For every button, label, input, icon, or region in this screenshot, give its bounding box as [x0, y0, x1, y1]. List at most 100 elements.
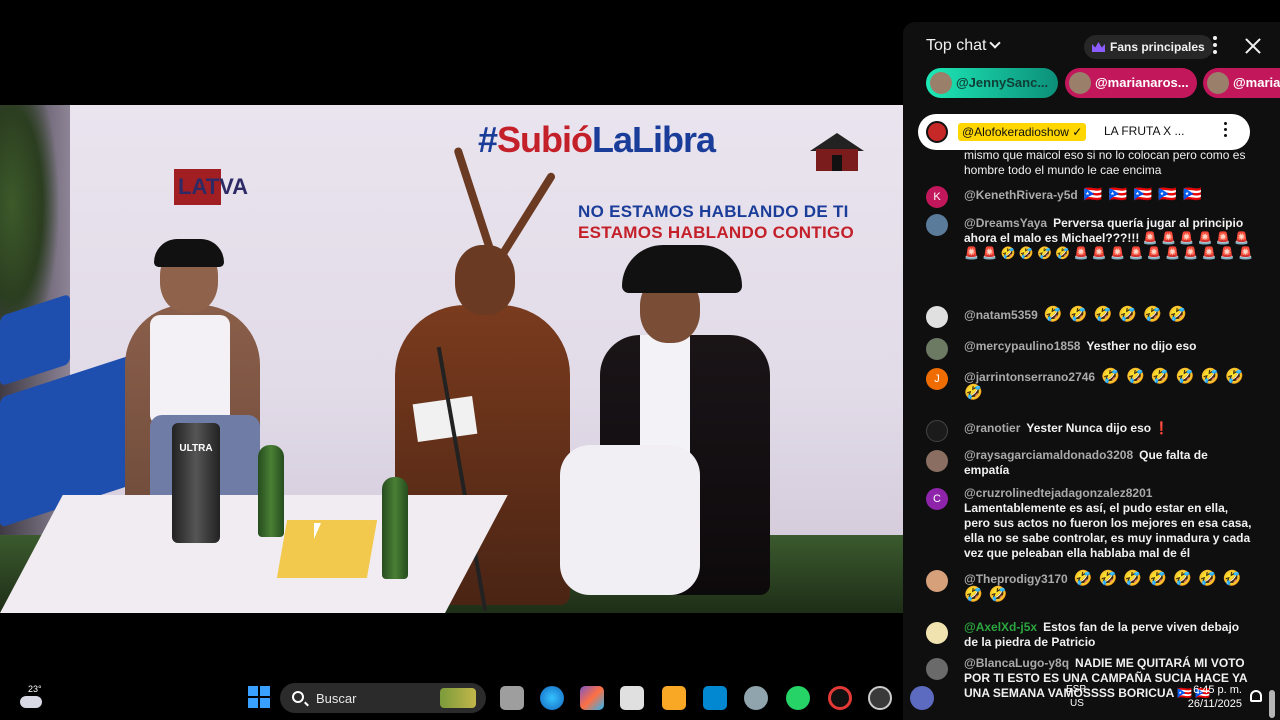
search-highlight-icon — [440, 688, 476, 708]
brand-sign: LATVA — [174, 169, 292, 205]
search-icon — [292, 691, 304, 703]
super-chat-ticker: @JennySanc... @marianaros... @maria — [903, 68, 1280, 100]
crown-icon — [1092, 42, 1105, 52]
search-label: Buscar — [316, 691, 357, 706]
chevron-down-icon[interactable] — [989, 37, 1001, 49]
avatar[interactable] — [926, 306, 948, 328]
costume-antenna-left — [453, 146, 495, 254]
message-author[interactable]: @KenethRivera-y5d — [964, 188, 1078, 202]
language-code[interactable]: ESP — [1066, 684, 1086, 695]
avatar[interactable] — [926, 658, 948, 680]
message-author[interactable]: @ranotier — [964, 421, 1020, 435]
notification-bell-icon[interactable] — [1250, 690, 1262, 702]
tumbler-label: ULTRA — [179, 443, 213, 454]
table — [0, 495, 508, 613]
ticker-item[interactable]: @marianaros... — [1065, 68, 1197, 98]
ticker-item[interactable]: @maria — [1203, 68, 1280, 98]
top-fans-label: Fans principales — [1110, 40, 1205, 54]
ticker-name: @marianaros... — [1095, 75, 1189, 90]
message-text: 🤣 🤣 🤣 🤣 🤣 🤣 — [1043, 306, 1188, 323]
app-icon[interactable] — [703, 686, 727, 710]
app-tray-icon[interactable] — [910, 686, 934, 710]
ticker-name: @maria — [1233, 75, 1280, 90]
chat-header: Top chat Fans principales — [903, 22, 1280, 70]
house-logo — [810, 133, 864, 171]
avatar — [930, 72, 952, 94]
message-author[interactable]: @raysagarciamaldonado3208 — [964, 448, 1133, 462]
avatar[interactable] — [926, 338, 948, 360]
message-author[interactable]: @jarrintonserrano2746 — [964, 370, 1095, 384]
clock-date[interactable]: 26/11/2025 — [1182, 698, 1242, 710]
avatar — [1069, 72, 1091, 94]
mouse-cursor-icon — [314, 523, 328, 539]
message-text: mismo que maicol eso si no lo colocan pe… — [964, 148, 1246, 177]
task-view-icon[interactable] — [500, 686, 524, 710]
host-1-cap — [154, 239, 224, 267]
message-author[interactable]: @Theprodigy3170 — [964, 572, 1068, 586]
avatar[interactable] — [926, 450, 948, 472]
obs-icon[interactable] — [868, 686, 892, 710]
sign-hash: # — [478, 119, 498, 160]
avatar[interactable]: K — [926, 186, 948, 208]
cloud-icon — [20, 696, 42, 708]
tumbler — [172, 423, 220, 543]
beer-bottle — [258, 445, 284, 537]
avatar[interactable] — [926, 214, 948, 236]
message-text: Lamentablemente es así, el pudo estar en… — [964, 501, 1252, 560]
copilot-icon[interactable] — [580, 686, 604, 710]
message-text: Yester Nunca dijo eso ❗ — [1026, 421, 1170, 435]
more-options-icon[interactable] — [1222, 122, 1228, 142]
pinned-text: LA FRUTA X ... — [1104, 124, 1185, 138]
chat-mode-label[interactable]: Top chat — [926, 37, 986, 55]
beer-bottle — [382, 477, 408, 579]
avatar[interactable] — [926, 570, 948, 592]
edge-icon[interactable] — [540, 686, 564, 710]
language-region[interactable]: US — [1070, 698, 1084, 709]
message-author[interactable]: @BlancaLugo-y8q — [964, 656, 1069, 670]
message-text: 🇵🇷 🇵🇷 🇵🇷 🇵🇷 🇵🇷 — [1083, 186, 1203, 203]
host-1-shirt — [150, 315, 230, 425]
store-icon[interactable] — [620, 686, 644, 710]
message-author[interactable]: @AxelXd-j5x — [964, 620, 1037, 634]
pinned-channel: @Alofokeradioshow ✓ — [958, 123, 1087, 141]
ticker-item[interactable]: @JennySanc... — [926, 68, 1058, 98]
message-author[interactable]: @cruzrolinedtejadagonzalez8201 — [964, 486, 1248, 501]
host-2-head — [455, 245, 515, 315]
taskbar: 23° Buscar — [0, 680, 903, 720]
settings-gear-icon[interactable] — [744, 686, 768, 710]
host-3-shirt — [640, 335, 690, 455]
sign-lalibra: LaLibra — [592, 119, 716, 160]
file-explorer-icon[interactable] — [662, 686, 686, 710]
avatar[interactable] — [926, 420, 948, 442]
video-player[interactable]: #SubióLaLibra NO ESTAMOS HABLANDO DE TI … — [0, 105, 903, 613]
chat-scrollbar[interactable] — [1269, 690, 1275, 718]
search-box[interactable]: Buscar — [280, 683, 486, 713]
avatar[interactable] — [926, 622, 948, 644]
chat-message-list[interactable]: mismo que maicol eso si no lo colocan pe… — [903, 148, 1280, 720]
slogan-line-2: ESTAMOS HABLANDO CONTIGO — [578, 223, 855, 242]
avatar — [1207, 72, 1229, 94]
avatar — [926, 121, 948, 143]
weather-widget[interactable]: 23° — [16, 684, 46, 714]
message-author[interactable]: @DreamsYaya — [964, 216, 1047, 230]
whatsapp-icon[interactable] — [786, 686, 810, 710]
ticker-name: @JennySanc... — [956, 75, 1049, 90]
sign-subio: Subió — [497, 119, 593, 160]
temperature: 23° — [28, 684, 42, 694]
message-author[interactable]: @natam5359 — [964, 308, 1038, 322]
clock-time[interactable]: 6:45 p. m. — [1182, 684, 1242, 696]
hashtag-sign: #SubióLaLibra — [478, 119, 716, 161]
avatar[interactable]: J — [926, 368, 948, 390]
more-options-icon[interactable] — [1211, 36, 1219, 56]
pirate-hat — [622, 245, 742, 293]
close-icon[interactable] — [1243, 36, 1263, 56]
opera-icon[interactable] — [828, 686, 852, 710]
avatar[interactable]: C — [926, 488, 948, 510]
top-fans-button[interactable]: Fans principales — [1084, 35, 1213, 59]
windows-start-icon[interactable] — [248, 686, 270, 708]
live-chat-panel: Top chat Fans principales @JennySanc... … — [903, 22, 1280, 720]
message-author[interactable]: @mercypaulino1858 — [964, 339, 1080, 353]
slogan-line-1: NO ESTAMOS HABLANDO DE TI — [578, 202, 849, 221]
screen: #SubióLaLibra NO ESTAMOS HABLANDO DE TI … — [0, 0, 1280, 720]
pinned-message[interactable]: @Alofokeradioshow ✓ LA FRUTA X ... — [918, 114, 1250, 150]
